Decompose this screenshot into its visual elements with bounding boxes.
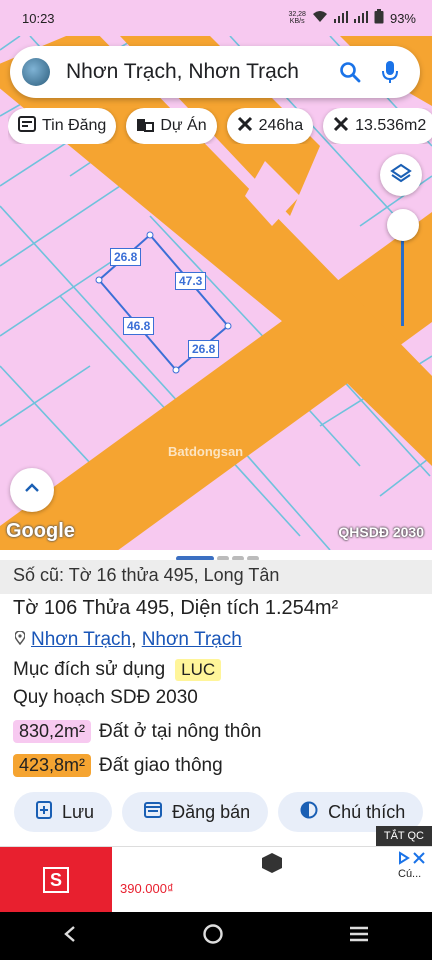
search-bar[interactable]: Nhơn Trạch, Nhơn Trạch	[10, 46, 420, 98]
microphone-icon[interactable]	[374, 56, 406, 88]
network-speed: 32,28 KB/s	[288, 11, 306, 25]
adchoices-icon	[399, 851, 425, 865]
news-icon	[18, 115, 36, 137]
land-code-badge: LUC	[175, 659, 222, 681]
opacity-slider-track[interactable]	[401, 226, 404, 326]
old-reference: Số cũ: Tờ 16 thửa 495, Long Tân	[0, 560, 432, 594]
search-input[interactable]: Nhơn Trạch, Nhơn Trạch	[66, 60, 326, 84]
product-icon	[260, 852, 284, 874]
contrast-icon	[300, 801, 318, 824]
system-nav-bar	[0, 912, 432, 960]
close-ad-button[interactable]: TẮT QC	[375, 826, 432, 846]
filter-chips: Tin Đăng Dự Án 246ha 13.536m2	[8, 108, 432, 144]
chip-projects[interactable]: Dự Án	[126, 108, 217, 144]
dimension-label: 46.8	[123, 317, 155, 335]
google-logo: Google	[6, 520, 75, 542]
ad-price: 390.000₫	[120, 881, 174, 896]
expand-sheet-button[interactable]	[10, 468, 54, 512]
parcel-title: Tờ 106 Thửa 495, Diện tích 1.254m²	[13, 597, 339, 619]
layer-label: QHSDĐ 2030	[338, 524, 424, 540]
chip-area-ha[interactable]: 246ha	[226, 108, 314, 144]
area-row-road: 423,8m² Đất giao thông	[13, 754, 223, 777]
location-link-commune[interactable]: Nhơn Trạch	[142, 629, 242, 650]
back-icon[interactable]	[63, 925, 77, 948]
building-icon	[136, 116, 155, 137]
save-button[interactable]: Lưu	[14, 792, 113, 832]
signal-icon	[333, 10, 348, 26]
ad-banner[interactable]: S 390.000₫ Cú...	[0, 846, 432, 913]
area-row-residential: 830,2m² Đất ở tại nông thôn	[13, 720, 262, 743]
chevron-up-icon	[23, 481, 41, 499]
chip-area-m2[interactable]: 13.536m2	[323, 108, 432, 144]
ad-brand-panel[interactable]: S	[0, 847, 112, 913]
signal-icon-2	[353, 10, 368, 26]
pin-icon	[14, 629, 26, 651]
listing-icon	[144, 801, 163, 823]
plan-label: Quy hoạch SDĐ 2030	[13, 687, 198, 708]
battery-level: 93%	[389, 10, 416, 26]
post-for-sale-button[interactable]: Đăng bán	[122, 792, 269, 832]
location-link-district[interactable]: Nhơn Trạch	[31, 629, 131, 650]
measure-icon	[333, 116, 349, 137]
layers-button[interactable]	[380, 154, 422, 196]
dimension-label: 47.3	[175, 272, 207, 290]
save-icon	[36, 800, 52, 824]
ad-side-text: Cú...	[398, 851, 426, 880]
location-row: Nhơn Trạch, Nhơn Trạch	[14, 629, 242, 651]
layers-icon	[390, 162, 412, 189]
status-bar: 10:23 32,28 KB/s 93%	[0, 0, 432, 36]
wifi-icon	[312, 10, 328, 26]
dimension-label: 26.8	[188, 340, 220, 358]
land-purpose-row: Mục đích sử dụng LUC	[13, 659, 222, 681]
search-icon[interactable]	[334, 56, 366, 88]
action-buttons: Lưu Đăng bán Chú thích	[14, 792, 424, 832]
clock: 10:23	[22, 10, 55, 26]
home-icon[interactable]	[202, 923, 224, 950]
battery-icon	[374, 9, 384, 27]
chip-news[interactable]: Tin Đăng	[8, 108, 117, 144]
measure-icon	[237, 116, 253, 137]
parcel-info-sheet: Số cũ: Tờ 16 thửa 495, Long Tân Tờ 106 T…	[0, 550, 432, 846]
opacity-slider-handle[interactable]	[387, 209, 419, 241]
brand-logo-icon: S	[43, 867, 69, 893]
location-thumbnail[interactable]	[22, 58, 50, 86]
dimension-label: 26.8	[110, 248, 142, 266]
recents-icon[interactable]	[349, 926, 369, 947]
watermark: Batdongsan	[168, 444, 244, 459]
